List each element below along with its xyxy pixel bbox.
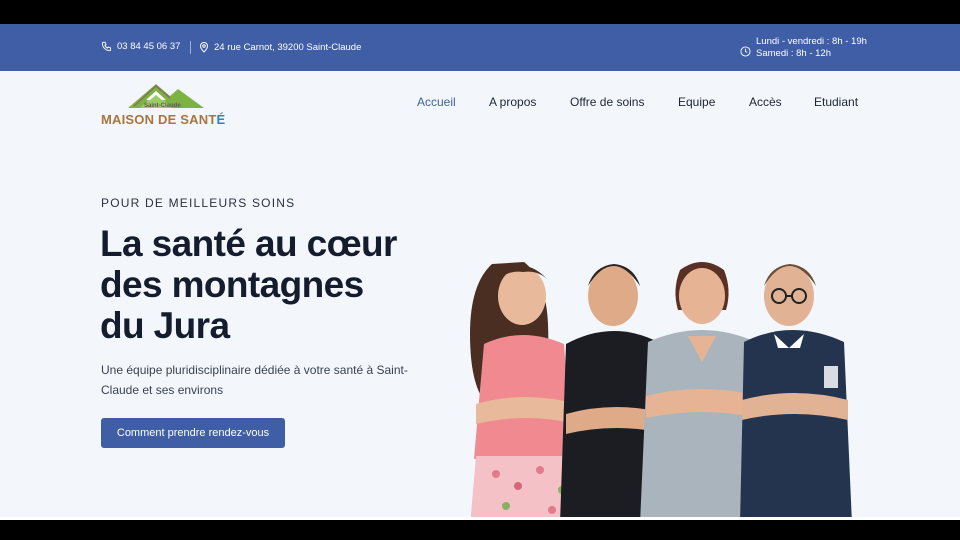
page: 03 84 45 06 37 24 rue Carnot, 39200 Sain…: [0, 24, 960, 520]
nav-item-etudiant[interactable]: Etudiant: [814, 95, 858, 109]
opening-hours: Lundi - vendredi : 8h - 19h Samedi : 8h …: [740, 36, 867, 60]
address-text: 24 rue Carnot, 39200 Saint-Claude: [214, 41, 362, 53]
nav-item-acces[interactable]: Accès: [749, 95, 782, 109]
phone-number: 03 84 45 06 37: [117, 41, 181, 52]
hero-description: Une équipe pluridisciplinaire dédiée à v…: [101, 363, 408, 397]
divider: [190, 41, 191, 54]
nav-item-a-propos[interactable]: A propos: [489, 95, 536, 109]
section-divider: [0, 517, 960, 520]
nav-item-accueil[interactable]: Accueil: [417, 95, 456, 109]
logo-title: MAISON DE SANTÉ: [101, 112, 226, 127]
nav-item-offre-de-soins[interactable]: Offre de soins: [570, 95, 644, 109]
clock-icon: [740, 45, 751, 57]
phone-link[interactable]: 03 84 45 06 37: [101, 41, 180, 52]
nav-item-equipe[interactable]: Equipe: [678, 95, 715, 109]
address-link[interactable]: 24 rue Carnot, 39200 Saint-Claude: [199, 41, 361, 53]
hero-eyebrow: POUR DE MEILLEURS SOINS: [101, 196, 296, 210]
hours-saturday: Samedi : 8h - 12h: [756, 48, 831, 59]
site-logo[interactable]: Saint-Claude MAISON DE SANTÉ: [100, 80, 230, 130]
top-info-bar: 03 84 45 06 37 24 rue Carnot, 39200 Sain…: [0, 24, 960, 71]
logo-subtitle: Saint-Claude: [144, 103, 181, 109]
phone-icon: [101, 41, 112, 52]
appointment-button[interactable]: Comment prendre rendez-vous: [101, 418, 285, 448]
location-pin-icon: [199, 41, 209, 53]
hours-weekday: Lundi - vendredi : 8h - 19h: [756, 36, 867, 47]
hero-title: La santé au cœur des montagnes du Jura: [100, 223, 397, 346]
team-photo: [470, 262, 852, 520]
team-member-4: [740, 264, 852, 520]
